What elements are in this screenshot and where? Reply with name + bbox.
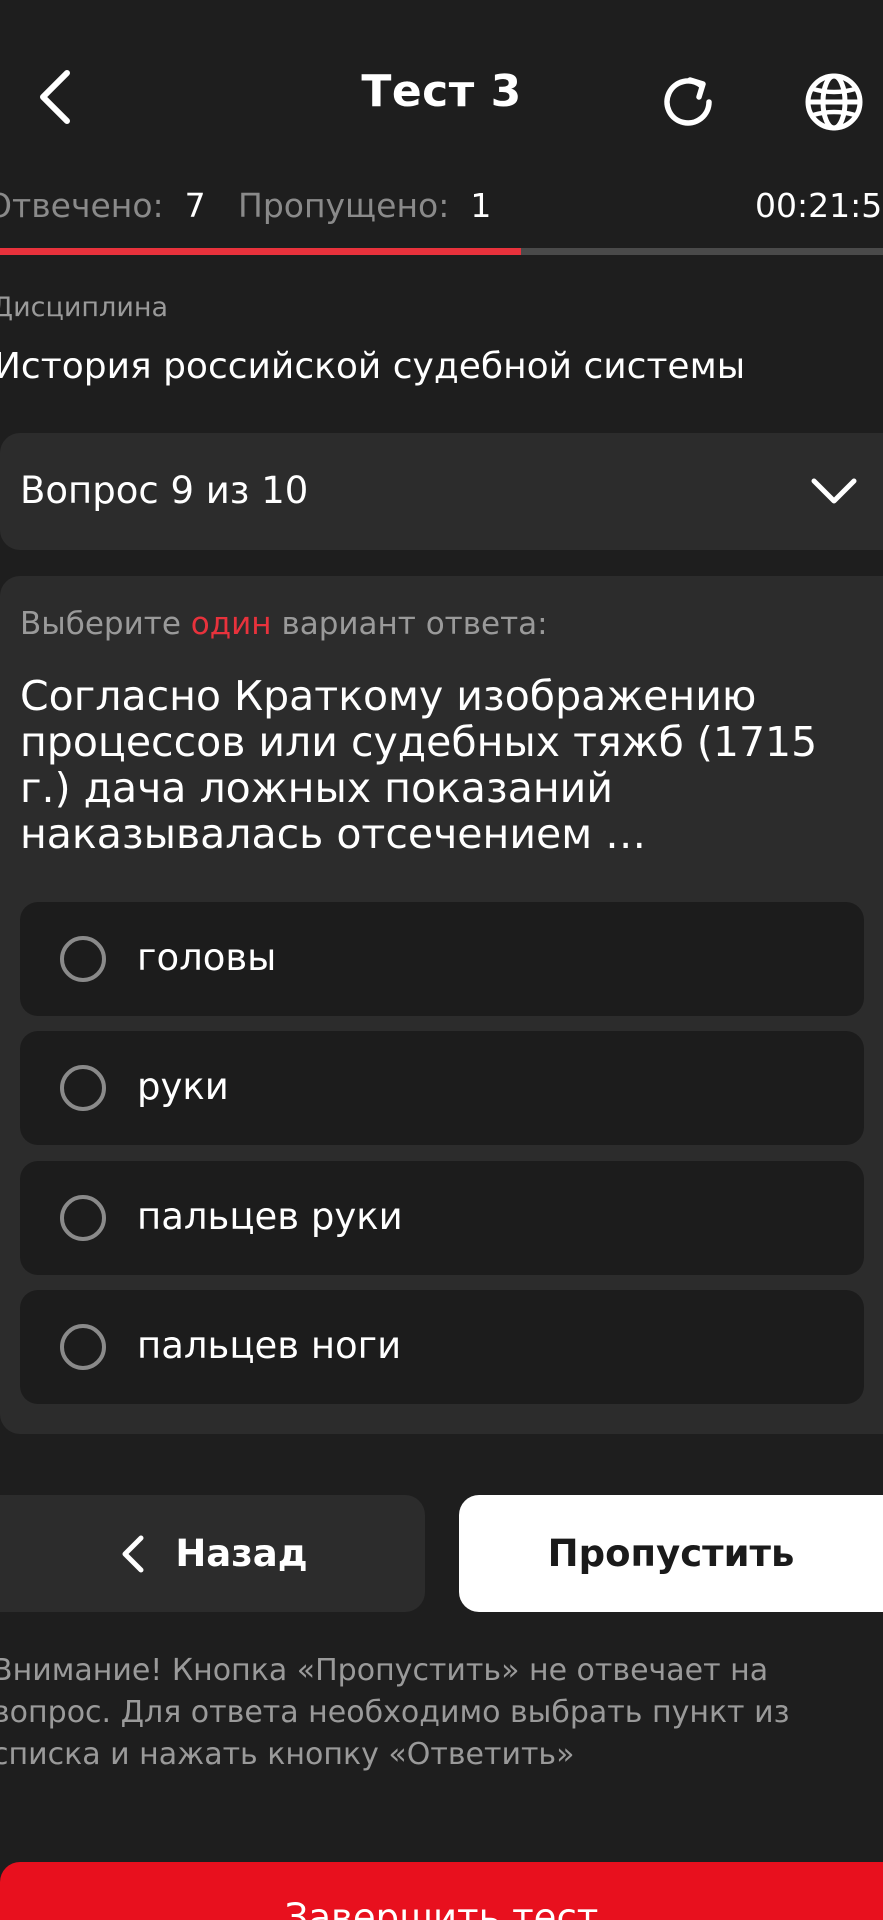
- answer-option[interactable]: пальцев руки: [20, 1161, 864, 1275]
- finish-test-button[interactable]: Завершить тест: [0, 1862, 883, 1920]
- test-stats: Отвечено: 7 Пропущено: 1 00:21:50: [0, 186, 883, 236]
- answer-option[interactable]: пальцев ноги: [20, 1290, 864, 1404]
- timer: 00:21:50: [755, 186, 883, 225]
- answer-option-label: пальцев ноги: [137, 1324, 402, 1367]
- radio-button[interactable]: [60, 1324, 106, 1370]
- globe-icon: [805, 73, 863, 131]
- refresh-icon: [664, 77, 712, 126]
- skip-button[interactable]: Пропустить: [459, 1495, 883, 1612]
- radio-button[interactable]: [60, 1195, 106, 1241]
- discipline-value: История российской судебной системы: [0, 346, 746, 387]
- header: Тест 3: [0, 0, 883, 200]
- chevron-down-icon: [811, 478, 857, 504]
- question-text: Согласно Краткому изображению процессов …: [20, 672, 818, 858]
- refresh-button[interactable]: [650, 64, 726, 140]
- radio-button[interactable]: [60, 936, 106, 982]
- chevron-left-icon: [122, 1535, 144, 1572]
- page-title: Тест 3: [361, 66, 522, 117]
- back-button-label: Назад: [175, 1532, 308, 1575]
- progress-bar: [0, 248, 883, 255]
- back-button[interactable]: Назад: [0, 1495, 425, 1612]
- answer-instruction: Выберите один вариант ответа:: [20, 606, 548, 642]
- language-button[interactable]: [796, 64, 872, 140]
- answered-count: Отвечено: 7: [0, 186, 206, 225]
- skipped-count: Пропущено: 1: [238, 186, 492, 225]
- skip-button-label: Пропустить: [547, 1532, 795, 1575]
- answer-option-label: руки: [137, 1065, 229, 1108]
- answer-option[interactable]: головы: [20, 902, 864, 1016]
- answer-option-label: головы: [137, 936, 277, 979]
- progress-fill: [0, 248, 521, 255]
- skip-warning: Внимание! Кнопка «Пропустить» не отвечае…: [0, 1653, 790, 1772]
- question-number: Вопрос 9 из 10: [20, 469, 309, 512]
- finish-test-label: Завершить тест: [284, 1896, 599, 1920]
- radio-button[interactable]: [60, 1065, 106, 1111]
- test-screen: Тест 3 Отвечено: 7 Пропущено: 1 00:21:5 …: [0, 0, 883, 1920]
- discipline-label: Дисциплина: [0, 292, 169, 323]
- answer-option-label: пальцев руки: [137, 1195, 403, 1238]
- answer-option[interactable]: руки: [20, 1031, 864, 1145]
- question-card: Выберите один вариант ответа: Согласно К…: [0, 576, 883, 1434]
- question-selector[interactable]: Вопрос 9 из 10: [0, 433, 883, 550]
